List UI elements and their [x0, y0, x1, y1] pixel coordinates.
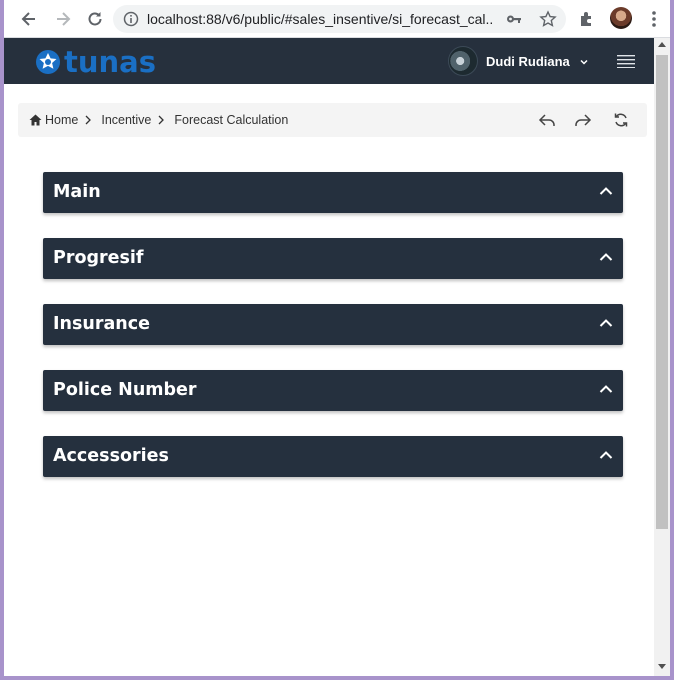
chevron-up-icon[interactable]: [599, 318, 613, 328]
brand-logo[interactable]: tunas: [34, 46, 156, 78]
panel-police-number[interactable]: Police Number: [43, 370, 623, 411]
logo-text: tunas: [64, 45, 156, 79]
browser-toolbar: localhost:88/v6/public/#sales_insentive/…: [4, 0, 670, 38]
refresh-icon[interactable]: [612, 111, 630, 129]
undo-icon[interactable]: [538, 111, 556, 129]
chevron-down-icon[interactable]: [579, 57, 589, 67]
panel-title: Accessories: [53, 446, 169, 466]
breadcrumb-current: Forecast Calculation: [174, 113, 289, 127]
home-icon[interactable]: [29, 114, 42, 126]
app-header: tunas Dudi Rudiana: [4, 38, 654, 84]
forward-button[interactable]: [51, 7, 75, 31]
chevron-up-icon[interactable]: [599, 186, 613, 196]
panel-progresif[interactable]: Progresif: [43, 238, 623, 279]
redo-icon[interactable]: [574, 111, 592, 129]
bookmark-star-icon[interactable]: [539, 10, 557, 28]
breadcrumb-bar: Home Incentive Forecast Calculation: [18, 103, 647, 137]
panel-accessories[interactable]: Accessories: [43, 436, 623, 477]
key-icon[interactable]: [506, 12, 522, 26]
chevron-right-icon: [158, 115, 165, 125]
user-name[interactable]: Dudi Rudiana: [486, 54, 570, 69]
scroll-up-arrow-icon[interactable]: [658, 42, 666, 47]
chevron-right-icon: [85, 115, 92, 125]
panel-title: Progresif: [53, 248, 144, 268]
browser-window: localhost:88/v6/public/#sales_insentive/…: [0, 0, 674, 680]
chevron-up-icon[interactable]: [599, 384, 613, 394]
scroll-down-arrow-icon[interactable]: [658, 664, 666, 669]
breadcrumb-home[interactable]: Home: [45, 113, 78, 127]
info-icon[interactable]: [123, 11, 139, 27]
back-arrow-icon: [21, 12, 35, 26]
page-scrollbar[interactable]: [654, 38, 670, 676]
chevron-up-icon[interactable]: [599, 252, 613, 262]
panel-insurance[interactable]: Insurance: [43, 304, 623, 345]
breadcrumb: Home Incentive Forecast Calculation: [29, 113, 288, 127]
back-button[interactable]: [17, 7, 41, 31]
scroll-thumb[interactable]: [656, 55, 668, 529]
panel-title: Police Number: [53, 380, 197, 400]
extensions-puzzle-icon[interactable]: [578, 10, 596, 28]
user-avatar[interactable]: [448, 46, 478, 76]
hamburger-menu-icon[interactable]: [616, 54, 636, 68]
address-bar[interactable]: localhost:88/v6/public/#sales_insentive/…: [113, 5, 566, 33]
breadcrumb-incentive[interactable]: Incentive: [101, 113, 151, 127]
reload-icon: [88, 12, 102, 26]
logo-mark-icon: [36, 50, 60, 74]
chevron-up-icon[interactable]: [599, 450, 613, 460]
panel-title: Insurance: [53, 314, 150, 334]
panel-main[interactable]: Main: [43, 172, 623, 213]
browser-profile-avatar[interactable]: [610, 7, 632, 29]
browser-menu-icon[interactable]: [645, 9, 663, 29]
panel-title: Main: [53, 182, 101, 202]
reload-button[interactable]: [83, 7, 107, 31]
url-text[interactable]: localhost:88/v6/public/#sales_insentive/…: [147, 11, 492, 27]
forward-arrow-icon: [57, 12, 71, 26]
